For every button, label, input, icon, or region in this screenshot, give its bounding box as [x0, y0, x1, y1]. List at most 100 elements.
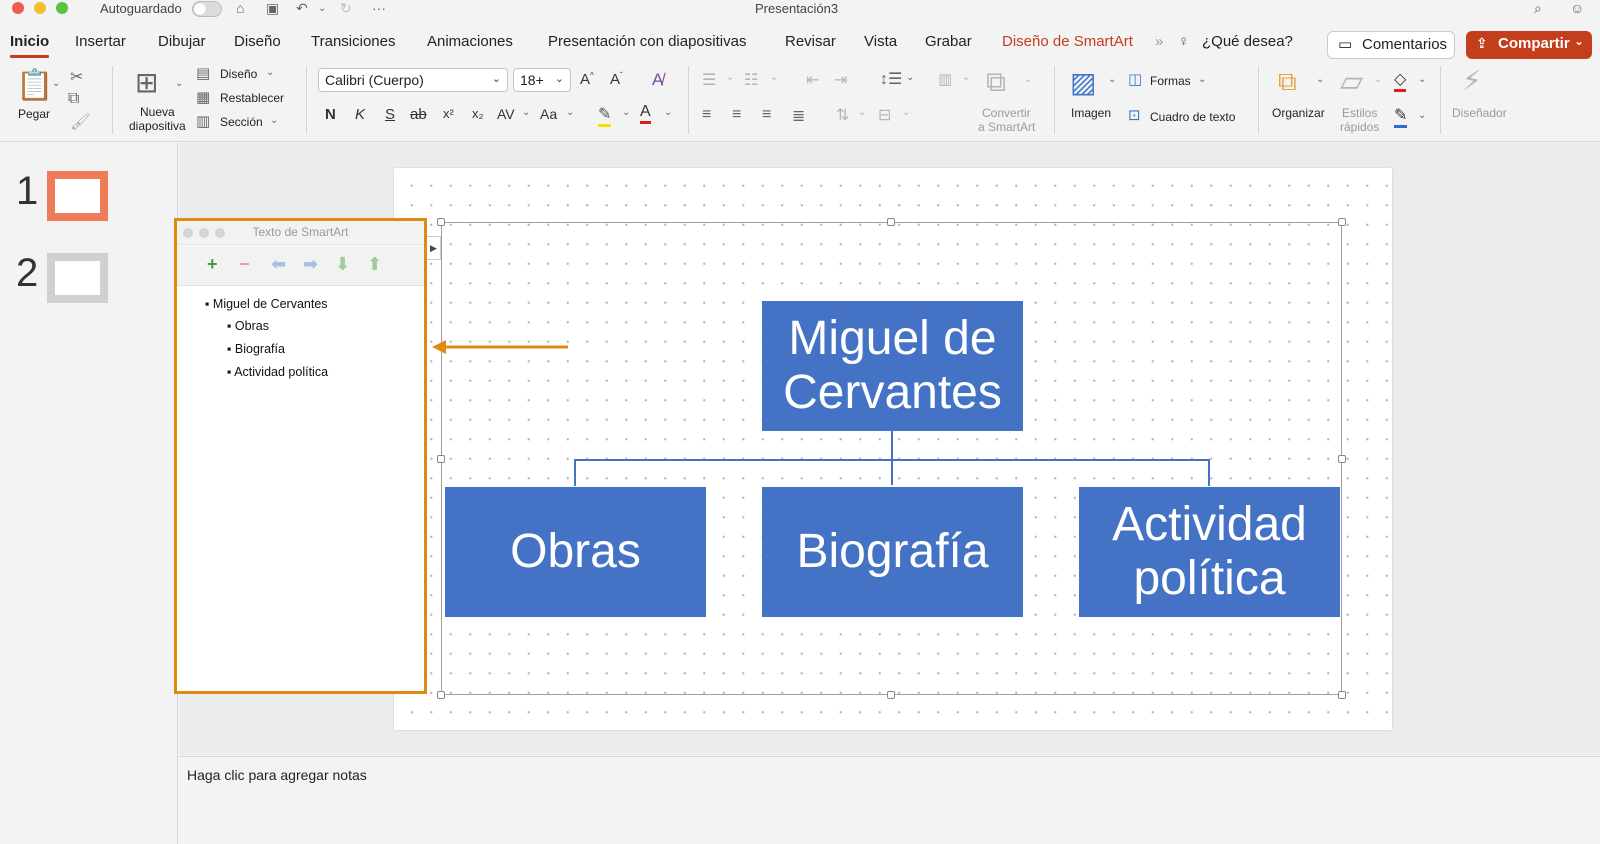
move-down-icon[interactable]: ⬇	[335, 254, 350, 275]
comments-button[interactable]: ▭ Comentarios	[1327, 31, 1455, 59]
smartart-node-obras[interactable]: Obras	[445, 487, 706, 617]
shapes-icon[interactable]: ◫	[1128, 70, 1142, 88]
close-window-button[interactable]	[12, 2, 24, 14]
chevron-down-icon[interactable]: ⌄	[522, 107, 530, 118]
smartart-node-biografia[interactable]: Biografía	[762, 487, 1023, 617]
font-size-select[interactable]: 18+ ⌄	[513, 68, 571, 92]
home-icon[interactable]: ⌂	[236, 0, 244, 16]
undo-icon[interactable]: ↶	[296, 0, 308, 17]
chevron-down-icon[interactable]: ⌄	[962, 72, 970, 83]
resize-handle[interactable]	[1338, 691, 1346, 699]
line-spacing-icon[interactable]: ↕☰	[880, 69, 902, 89]
chevron-down-icon[interactable]: ⌄	[1198, 74, 1206, 85]
chevron-down-icon[interactable]: ⌄	[906, 72, 914, 83]
zoom-window-button[interactable]	[56, 2, 68, 14]
tab-diseno-smartart[interactable]: Diseño de SmartArt	[1002, 33, 1133, 50]
smartart-node-actividad[interactable]: Actividad política	[1079, 487, 1340, 617]
change-case-button[interactable]: Aa	[540, 106, 557, 122]
move-up-icon[interactable]: ⬆	[367, 254, 382, 275]
resize-handle[interactable]	[437, 218, 445, 226]
clear-format-icon[interactable]: A̸	[652, 70, 663, 90]
resize-handle[interactable]	[1338, 455, 1346, 463]
text-pane-item[interactable]: Obras	[227, 319, 269, 333]
columns-icon[interactable]: ▥	[938, 70, 952, 88]
chevron-down-icon[interactable]: ⌄	[858, 107, 866, 118]
reset-icon[interactable]: ▦	[196, 88, 210, 106]
text-pane-item[interactable]: Miguel de Cervantes	[205, 297, 328, 311]
resize-handle[interactable]	[887, 691, 895, 699]
tab-animaciones[interactable]: Animaciones	[427, 33, 513, 50]
chevron-down-icon[interactable]: ⌄	[1316, 74, 1324, 85]
cut-icon[interactable]: ✂	[70, 67, 83, 87]
undo-dropdown-icon[interactable]: ⌄	[318, 3, 326, 14]
text-pane-item[interactable]: Biografía	[227, 342, 285, 356]
subscript-button[interactable]: x₂	[472, 106, 484, 121]
layout-dropdown-icon[interactable]: ⌄	[266, 67, 274, 78]
more-icon[interactable]: ···	[372, 0, 386, 16]
italic-button[interactable]: K	[355, 106, 365, 123]
text-pane-toggle[interactable]: ▶	[427, 236, 441, 260]
align-center-icon[interactable]: ≡	[732, 106, 741, 124]
tab-revisar[interactable]: Revisar	[785, 33, 836, 50]
text-direction-icon[interactable]: ⇅	[836, 105, 849, 125]
highlight-color-icon[interactable]: ✎	[598, 104, 612, 127]
text-pane-item[interactable]: Actividad política	[227, 365, 328, 379]
paste-dropdown-icon[interactable]: ⌄	[52, 78, 60, 89]
superscript-button[interactable]: x²	[443, 106, 454, 121]
chevron-down-icon[interactable]: ⌄	[1418, 110, 1426, 121]
tab-insertar[interactable]: Insertar	[75, 33, 126, 50]
resize-handle[interactable]	[1338, 218, 1346, 226]
chevron-down-icon[interactable]: ⌄	[566, 107, 574, 118]
format-painter-icon[interactable]: 🖌	[70, 112, 90, 132]
font-name-select[interactable]: Calibri (Cuerpo) ⌄	[318, 68, 508, 92]
autosave-toggle[interactable]	[192, 1, 222, 17]
tab-diseno[interactable]: Diseño	[234, 33, 281, 50]
tab-presentacion[interactable]: Presentación con diapositivas	[548, 33, 746, 50]
reset-button[interactable]: Restablecer	[220, 91, 284, 105]
chevron-down-icon[interactable]: ⌄	[622, 107, 630, 118]
paste-icon[interactable]: 📋	[16, 68, 53, 103]
designer-icon[interactable]: ⚡	[1462, 64, 1482, 97]
bold-button[interactable]: N	[325, 106, 336, 123]
demote-icon[interactable]: ➡	[303, 254, 318, 275]
decrease-indent-icon[interactable]: ⇤	[806, 70, 819, 90]
shape-fill-icon[interactable]: ◇	[1394, 69, 1407, 92]
arrange-icon[interactable]: ⧉	[1278, 66, 1297, 98]
new-slide-icon[interactable]: ⊞	[135, 66, 158, 99]
more-tabs-icon[interactable]: »	[1155, 33, 1163, 50]
section-button[interactable]: Sección	[220, 115, 263, 129]
share-button[interactable]: ⇪ Compartir ⌄	[1466, 31, 1592, 59]
shape-outline-icon[interactable]: ✎	[1394, 105, 1408, 128]
char-spacing-button[interactable]: AV	[497, 106, 515, 122]
grow-font-icon[interactable]: A^	[580, 71, 594, 88]
tell-me-search[interactable]: ¿Qué desea?	[1202, 33, 1293, 50]
convert-smartart-icon[interactable]: ⧉	[986, 66, 1006, 99]
tab-dibujar[interactable]: Dibujar	[158, 33, 206, 50]
align-text-icon[interactable]: ⊟	[878, 105, 891, 125]
resize-handle[interactable]	[437, 691, 445, 699]
tab-grabar[interactable]: Grabar	[925, 33, 972, 50]
layout-button[interactable]: Diseño	[220, 67, 257, 81]
notes-pane[interactable]: Haga clic para agregar notas	[179, 756, 1600, 844]
font-color-icon[interactable]: A	[640, 103, 651, 124]
chevron-down-icon[interactable]: ⌄	[1418, 74, 1426, 85]
copy-icon[interactable]: ⧉	[68, 90, 79, 108]
bullets-icon[interactable]: ☰	[702, 70, 716, 90]
align-left-icon[interactable]: ≡	[702, 106, 711, 124]
increase-indent-icon[interactable]: ⇥	[834, 70, 847, 90]
shapes-button[interactable]: Formas	[1150, 74, 1191, 88]
picture-icon[interactable]: ▨	[1070, 66, 1096, 99]
chevron-down-icon[interactable]: ⌄	[902, 107, 910, 118]
layout-icon[interactable]: ▤	[196, 64, 210, 82]
chevron-down-icon[interactable]: ⌄	[1374, 74, 1382, 85]
chevron-down-icon[interactable]: ⌄	[726, 72, 734, 83]
chevron-down-icon[interactable]: ⌄	[664, 107, 672, 118]
search-icon[interactable]: ⌕	[1534, 0, 1542, 17]
add-bullet-icon[interactable]: +	[207, 254, 218, 275]
resize-handle[interactable]	[887, 218, 895, 226]
smartart-node-top[interactable]: Miguel de Cervantes	[762, 301, 1023, 431]
shrink-font-icon[interactable]: Aˇ	[610, 71, 623, 88]
textbox-button[interactable]: Cuadro de texto	[1150, 110, 1235, 124]
remove-bullet-icon[interactable]: −	[239, 254, 250, 275]
redo-icon[interactable]: ↻	[340, 0, 352, 17]
